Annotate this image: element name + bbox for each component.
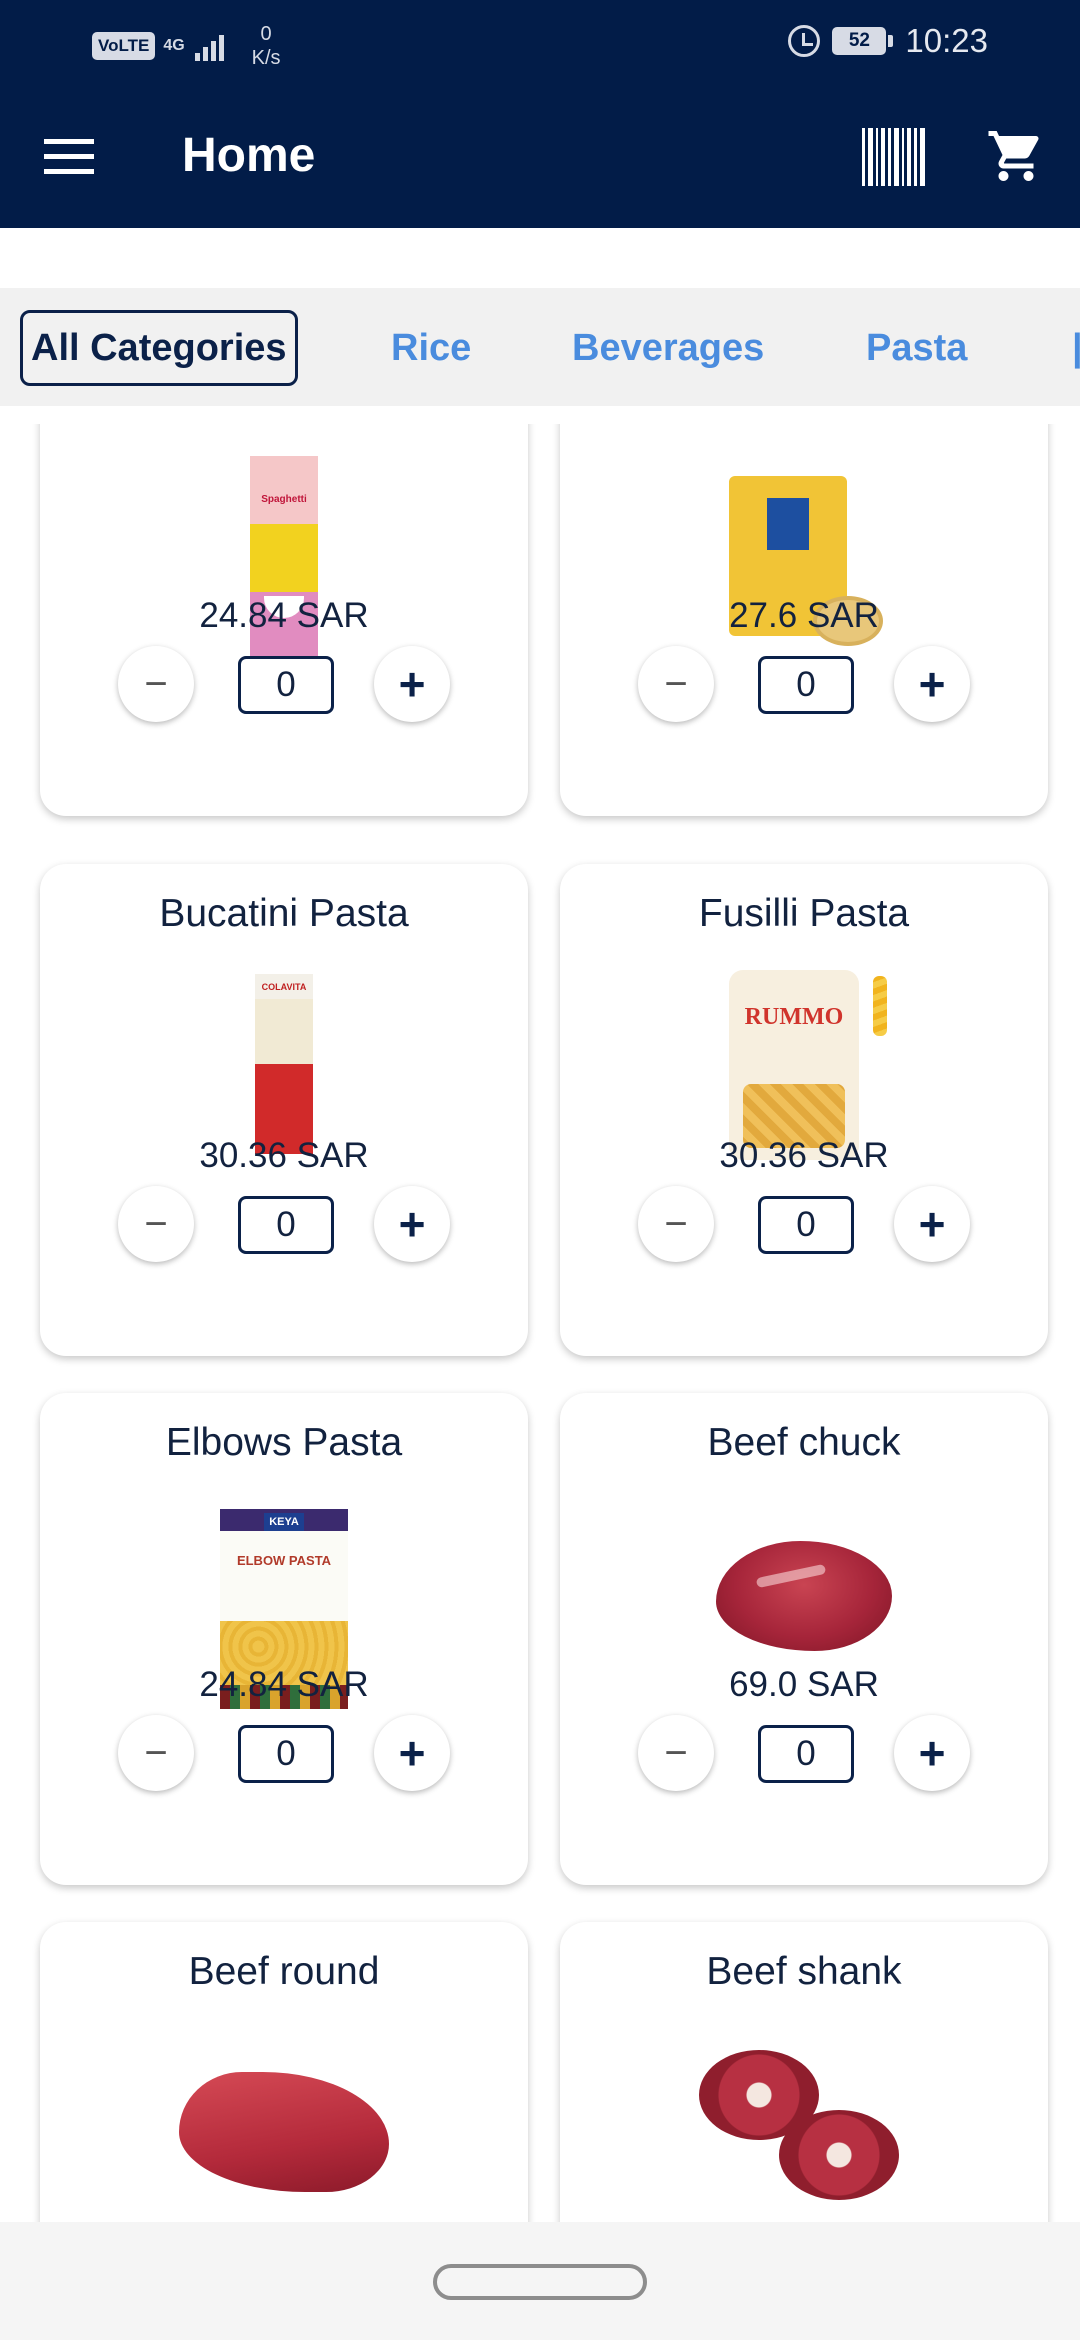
product-card[interactable]: Bucatini Pasta COLAVITA 30.36 SAR − 0 + bbox=[40, 864, 528, 1356]
increase-button[interactable]: + bbox=[374, 1186, 450, 1262]
product-name: Fusilli Pasta bbox=[698, 892, 910, 935]
page-title: Home bbox=[182, 129, 316, 182]
quantity-stepper: − 0 + bbox=[638, 1186, 970, 1266]
volte-icon: VoLTE bbox=[92, 32, 156, 60]
product-price: 30.36 SAR bbox=[719, 1136, 889, 1175]
product-card[interactable]: Beef round bbox=[40, 1922, 528, 2222]
product-image bbox=[699, 2050, 909, 2220]
network-speed: 0 K/s bbox=[252, 22, 281, 70]
decrease-button[interactable]: − bbox=[638, 646, 714, 722]
quantity-stepper: − 0 + bbox=[638, 1715, 970, 1795]
speed-unit: K/s bbox=[251, 47, 281, 69]
quantity-stepper: − 0 + bbox=[638, 646, 970, 726]
quantity-stepper: − 0 + bbox=[118, 1186, 450, 1266]
alarm-icon bbox=[788, 25, 821, 57]
product-name: Beef round bbox=[188, 1950, 380, 1993]
cart-icon[interactable] bbox=[986, 124, 1046, 188]
battery-level: 52 bbox=[832, 27, 887, 55]
pack-label: ELBOW PASTA bbox=[236, 1553, 332, 1568]
status-left: VoLTE 4G 0 K/s bbox=[92, 22, 281, 70]
category-tabs: All Categories Rice Beverages Pasta | bbox=[0, 288, 1080, 406]
product-card[interactable]: Elbows Pasta KEYA ELBOW PASTA 24.84 SAR … bbox=[40, 1393, 528, 1885]
pack-brand: KEYA bbox=[264, 1513, 304, 1531]
pack-label: COLAVITA bbox=[261, 982, 307, 992]
increase-button[interactable]: + bbox=[374, 1715, 450, 1791]
system-nav-bar bbox=[0, 2222, 1080, 2340]
barcode-icon[interactable] bbox=[862, 128, 928, 186]
increase-button[interactable]: + bbox=[894, 646, 970, 722]
battery-icon: 52 bbox=[832, 27, 894, 55]
quantity-field[interactable]: 0 bbox=[758, 656, 854, 714]
status-bar: VoLTE 4G 0 K/s 52 10:23 bbox=[0, 0, 1080, 84]
quantity-field[interactable]: 0 bbox=[238, 1196, 334, 1254]
hamburger-menu-icon[interactable] bbox=[44, 139, 98, 177]
quantity-field[interactable]: 0 bbox=[758, 1196, 854, 1254]
product-price: 30.36 SAR bbox=[199, 1136, 369, 1175]
product-card[interactable]: Beef chuck 69.0 SAR − 0 + bbox=[560, 1393, 1048, 1885]
decrease-button[interactable]: − bbox=[118, 646, 194, 722]
pack-label: Spaghetti bbox=[261, 494, 307, 505]
network-type: 4G bbox=[163, 37, 185, 54]
product-price: 24.84 SAR bbox=[199, 1665, 369, 1704]
product-image bbox=[716, 1541, 892, 1651]
product-card[interactable]: Beef shank bbox=[560, 1922, 1048, 2222]
tab-beverages[interactable]: Beverages bbox=[572, 310, 764, 386]
increase-button[interactable]: + bbox=[894, 1186, 970, 1262]
decrease-button[interactable]: − bbox=[638, 1715, 714, 1791]
product-card[interactable]: Spaghetti 24.84 SAR − 0 + bbox=[40, 424, 528, 816]
quantity-stepper: − 0 + bbox=[118, 646, 450, 726]
increase-button[interactable]: + bbox=[374, 646, 450, 722]
tab-rice[interactable]: Rice bbox=[391, 310, 471, 386]
product-card[interactable]: 27.6 SAR − 0 + bbox=[560, 424, 1048, 816]
clock: 10:23 bbox=[905, 22, 988, 59]
product-image: RUMMO bbox=[729, 970, 887, 1160]
quantity-stepper: − 0 + bbox=[118, 1715, 450, 1795]
tab-pasta[interactable]: Pasta bbox=[866, 310, 967, 386]
decrease-button[interactable]: − bbox=[118, 1186, 194, 1262]
product-name: Beef shank bbox=[706, 1950, 902, 1993]
product-image: COLAVITA bbox=[255, 974, 313, 1154]
product-price: 27.6 SAR bbox=[729, 596, 879, 635]
speed-value: 0 bbox=[260, 23, 272, 45]
product-image bbox=[179, 2072, 389, 2192]
product-name: Beef chuck bbox=[707, 1421, 901, 1464]
product-price: 69.0 SAR bbox=[729, 1665, 879, 1704]
product-name: Bucatini Pasta bbox=[159, 892, 409, 935]
product-name: Elbows Pasta bbox=[165, 1421, 403, 1464]
product-price: 24.84 SAR bbox=[199, 596, 369, 635]
decrease-button[interactable]: − bbox=[118, 1715, 194, 1791]
quantity-field[interactable]: 0 bbox=[238, 1725, 334, 1783]
home-gesture-handle[interactable] bbox=[433, 2264, 647, 2300]
product-card[interactable]: Fusilli Pasta RUMMO 30.36 SAR − 0 + bbox=[560, 864, 1048, 1356]
app-bar: Home bbox=[0, 84, 1080, 228]
increase-button[interactable]: + bbox=[894, 1715, 970, 1791]
tab-more[interactable]: | bbox=[1072, 310, 1080, 386]
quantity-field[interactable]: 0 bbox=[238, 656, 334, 714]
status-right: 52 10:23 bbox=[788, 22, 988, 60]
product-grid[interactable]: Spaghetti 24.84 SAR − 0 + 27.6 SAR − 0 +… bbox=[0, 424, 1080, 2222]
decrease-button[interactable]: − bbox=[638, 1186, 714, 1262]
quantity-field[interactable]: 0 bbox=[758, 1725, 854, 1783]
pack-label: RUMMO bbox=[744, 1004, 844, 1030]
signal-icon bbox=[194, 31, 224, 61]
tab-all-categories[interactable]: All Categories bbox=[20, 310, 298, 386]
